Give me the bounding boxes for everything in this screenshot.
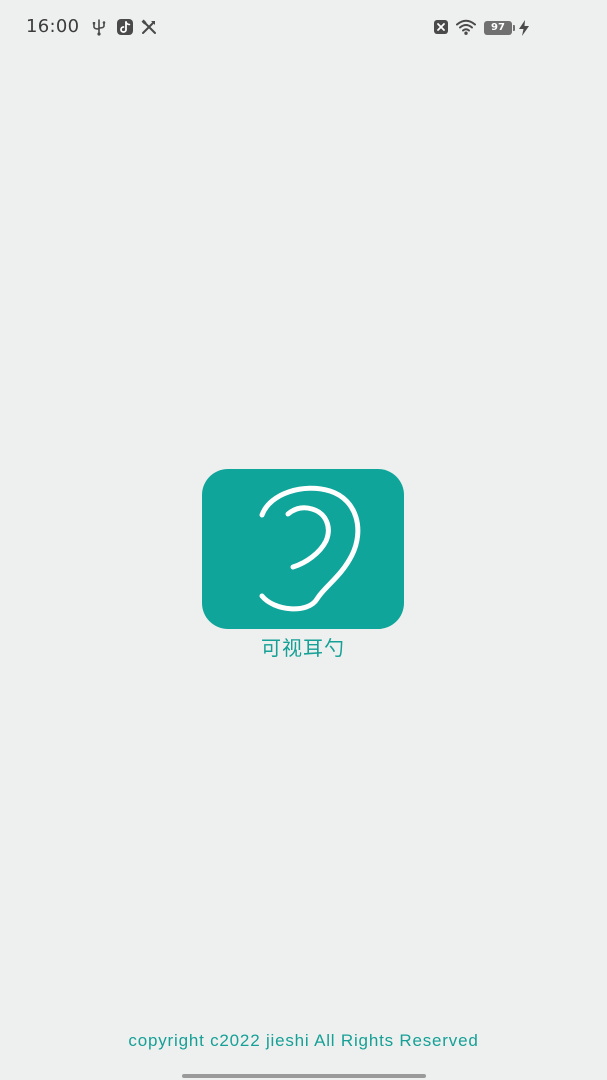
battery-icon: 97 — [484, 21, 515, 35]
home-indicator[interactable] — [182, 1074, 426, 1078]
status-bar: 16:00 97 — [0, 0, 607, 56]
app-logo — [202, 469, 404, 629]
tiktok-icon — [116, 18, 134, 36]
ear-icon — [259, 485, 361, 612]
app-name: 可视耳勺 — [261, 636, 345, 660]
copyright-text: copyright c2022 jieshi All Rights Reserv… — [128, 1031, 479, 1050]
charging-bolt-icon — [518, 20, 530, 38]
tools-icon — [140, 18, 158, 36]
usb-icon — [90, 18, 108, 36]
wifi-icon — [455, 18, 477, 36]
no-sim-icon — [433, 19, 451, 37]
status-time: 16:00 — [26, 16, 80, 37]
